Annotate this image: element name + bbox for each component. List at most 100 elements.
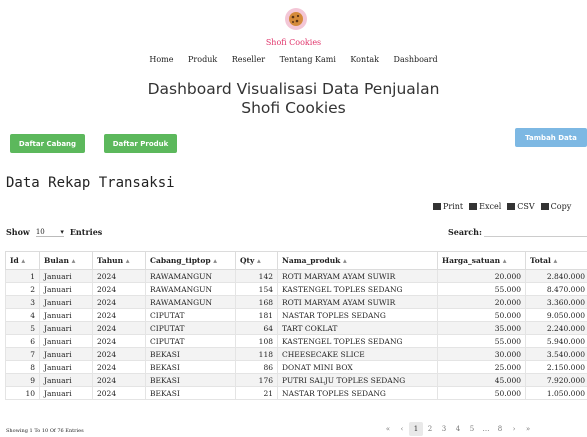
table-cell: Januari bbox=[39, 386, 93, 400]
column-header-label: Qty bbox=[240, 256, 255, 265]
table-cell: BEKASI bbox=[145, 360, 236, 374]
table-cell: 45.000 bbox=[437, 373, 526, 387]
table-cell: 35.000 bbox=[437, 321, 526, 335]
column-header-label: Bulan bbox=[44, 256, 69, 265]
table-cell: 7 bbox=[5, 347, 40, 361]
csv-button[interactable]: CSV bbox=[507, 202, 535, 211]
table-cell: 1.050.000 bbox=[525, 386, 587, 400]
nav-produk[interactable]: Produk bbox=[188, 55, 217, 64]
table-cell: 20.000 bbox=[437, 269, 526, 283]
search-input[interactable] bbox=[483, 226, 587, 237]
page-link[interactable]: 5 bbox=[465, 422, 479, 436]
table-cell: 2024 bbox=[92, 295, 146, 309]
table-cell: BEKASI bbox=[145, 386, 236, 400]
prev-page-icon[interactable]: ‹ bbox=[395, 422, 409, 436]
nav-kontak[interactable]: Kontak bbox=[350, 55, 379, 64]
table-row[interactable]: 9 Januari 2024 BEKASI 176 PUTRI SALJU TOPLES … bbox=[5, 373, 587, 387]
csv-label: CSV bbox=[517, 202, 535, 211]
table-cell: 2.840.000 bbox=[525, 269, 587, 283]
table-row[interactable]: 4 Januari 2024 CIPUTAT 181 NASTAR TOPLES SEDA… bbox=[5, 308, 587, 322]
print-label: Print bbox=[443, 202, 464, 211]
nav-tentang-kami[interactable]: Tentang Kami bbox=[280, 55, 336, 64]
column-header-total[interactable]: Total ▴ bbox=[525, 251, 587, 270]
table-cell: 2024 bbox=[92, 334, 146, 348]
table-row[interactable]: 3 Januari 2024 RAWAMANGUN 168 ROTI MARYAM AYA… bbox=[5, 295, 587, 309]
table-cell: 2024 bbox=[92, 321, 146, 335]
table-row[interactable]: 2 Januari 2024 RAWAMANGUN 154 KASTENGEL TOPLE… bbox=[5, 282, 587, 296]
table-cell: Januari bbox=[39, 295, 93, 309]
table-cell: 86 bbox=[235, 360, 278, 374]
table-cell: 2024 bbox=[92, 269, 146, 283]
table-cell: DONAT MINI BOX bbox=[277, 360, 438, 374]
table-cell: 1 bbox=[5, 269, 40, 283]
page-link[interactable]: 1 bbox=[409, 422, 423, 436]
page-length-select[interactable]: 10 ▾ bbox=[35, 228, 64, 237]
daftar-produk-button[interactable]: Daftar Produk bbox=[104, 134, 177, 153]
table-cell: RAWAMANGUN bbox=[145, 269, 236, 283]
nav-home[interactable]: Home bbox=[149, 55, 173, 64]
excel-button[interactable]: Excel bbox=[469, 202, 501, 211]
last-page-icon[interactable]: » bbox=[521, 422, 535, 436]
sort-icon: ▴ bbox=[254, 256, 261, 265]
table-cell: 2024 bbox=[92, 386, 146, 400]
column-header-nama-produk[interactable]: Nama_produk ▴ bbox=[277, 251, 438, 270]
table-cell: 154 bbox=[235, 282, 278, 296]
page-length-control: Show 10 ▾ Entries bbox=[6, 227, 102, 237]
first-page-icon[interactable]: « bbox=[381, 422, 395, 436]
main-nav: Home Produk Reseller Tentang Kami Kontak… bbox=[0, 55, 587, 64]
sort-icon: ▴ bbox=[210, 256, 218, 265]
page-link[interactable]: 2 bbox=[423, 422, 437, 436]
column-header-cabang-tiptop[interactable]: Cabang_tiptop ▴ bbox=[145, 251, 236, 270]
table-cell: 3.360.000 bbox=[525, 295, 587, 309]
sort-icon: ▴ bbox=[18, 256, 26, 265]
table-row[interactable]: 6 Januari 2024 CIPUTAT 108 KASTENGEL TOPLES S… bbox=[5, 334, 587, 348]
next-page-icon[interactable]: › bbox=[507, 422, 521, 436]
nav-dashboard[interactable]: Dashboard bbox=[394, 55, 438, 64]
brand-logo[interactable] bbox=[285, 8, 307, 30]
table-cell: KASTENGEL TOPLES SEDANG bbox=[277, 334, 438, 348]
column-header-id[interactable]: Id ▴ bbox=[5, 251, 40, 270]
table-cell: KASTENGEL TOPLES SEDANG bbox=[277, 282, 438, 296]
column-header-harga-satuan[interactable]: Harga_satuan ▴ bbox=[437, 251, 526, 270]
table-cell: NASTAR TOPLES SEDANG bbox=[277, 386, 438, 400]
table-row[interactable]: 5 Januari 2024 CIPUTAT 64 TART COKLAT 35.000 2.… bbox=[5, 321, 587, 335]
table-row[interactable]: 1 Januari 2024 RAWAMANGUN 142 ROTI MARYAM AYA… bbox=[5, 269, 587, 283]
table-row[interactable]: 7 Januari 2024 BEKASI 118 CHEESECAKE SLICE 30.… bbox=[5, 347, 587, 361]
table-cell: Januari bbox=[39, 373, 93, 387]
table-cell: Januari bbox=[39, 269, 93, 283]
copy-button[interactable]: Copy bbox=[540, 202, 571, 211]
table-row[interactable]: 8 Januari 2024 BEKASI 86 DONAT MINI BOX 25.000… bbox=[5, 360, 587, 374]
nav-reseller[interactable]: Reseller bbox=[232, 55, 265, 64]
column-header-label: Cabang_tiptop bbox=[150, 256, 211, 265]
table-cell: 2024 bbox=[92, 347, 146, 361]
table-cell: CIPUTAT bbox=[145, 334, 236, 348]
table-cell: 176 bbox=[235, 373, 278, 387]
page-link[interactable]: 3 bbox=[437, 422, 451, 436]
page-link[interactable]: … bbox=[479, 422, 493, 436]
table-row[interactable]: 10 Januari 2024 BEKASI 21 NASTAR TOPLES SEDAN… bbox=[5, 386, 587, 400]
table-cell: 55.000 bbox=[437, 282, 526, 296]
table-cell: 2024 bbox=[92, 373, 146, 387]
table-cell: 55.000 bbox=[437, 334, 526, 348]
sort-icon: ▴ bbox=[340, 256, 347, 265]
table-cell: 21 bbox=[235, 386, 278, 400]
page-title: Dashboard Visualisasi Data Penjualan Sho… bbox=[0, 80, 587, 118]
column-header-tahun[interactable]: Tahun ▴ bbox=[92, 251, 146, 270]
table-cell: 108 bbox=[235, 334, 278, 348]
print-button[interactable]: Print bbox=[433, 202, 463, 211]
daftar-cabang-button[interactable]: Daftar Cabang bbox=[10, 134, 85, 153]
page-link[interactable]: 4 bbox=[451, 422, 465, 436]
tambah-data-button[interactable]: Tambah Data bbox=[515, 128, 587, 147]
page-title-line2: Shofi Cookies bbox=[241, 99, 346, 117]
pagination: «‹ 1 2 3 4 5… 8 ›» bbox=[381, 422, 535, 436]
table-cell: 20.000 bbox=[437, 295, 526, 309]
page-link[interactable]: 8 bbox=[493, 422, 507, 436]
table-cell: 8 bbox=[5, 360, 40, 374]
transactions-table: Id ▴ Bulan ▴ Tahun ▴ Cabang_tiptop ▴ Qty ▴ Na… bbox=[5, 251, 587, 400]
column-header-qty[interactable]: Qty ▴ bbox=[235, 251, 278, 270]
table-header-row: Id ▴ Bulan ▴ Tahun ▴ Cabang_tiptop ▴ Qty ▴ Na… bbox=[5, 251, 587, 270]
column-header-bulan[interactable]: Bulan ▴ bbox=[39, 251, 93, 270]
table-cell: 4 bbox=[5, 308, 40, 322]
table-cell: BEKASI bbox=[145, 373, 236, 387]
table-cell: Januari bbox=[39, 282, 93, 296]
